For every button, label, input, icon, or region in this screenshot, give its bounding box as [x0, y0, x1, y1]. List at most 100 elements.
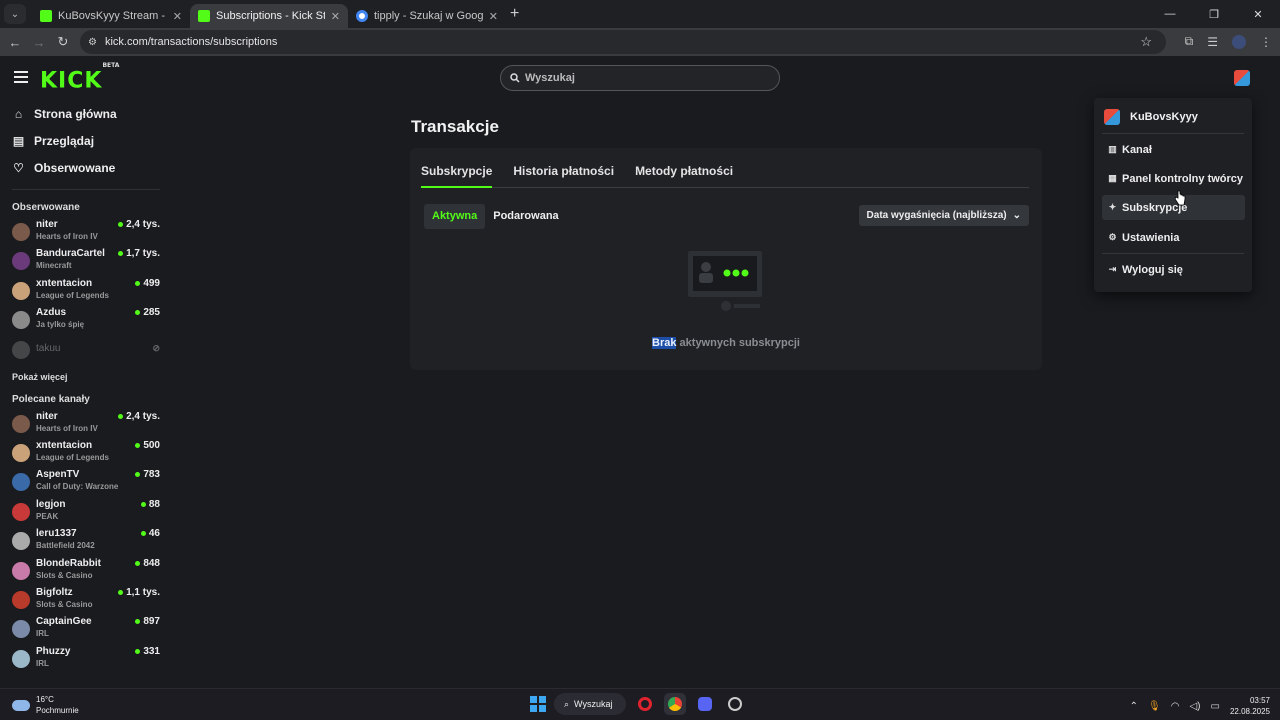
site-info-icon[interactable]: ⚙ [88, 37, 97, 48]
viewer-count: 46 [140, 528, 160, 539]
show-more-link[interactable]: Pokaż więcej [0, 364, 172, 390]
channel-item[interactable]: niter Hearts of Iron IV 2,4 tys. [0, 218, 172, 247]
back-icon[interactable]: ← [3, 35, 27, 50]
search-input[interactable]: Wyszukaj [500, 65, 780, 91]
close-tab-icon[interactable]: ✕ [331, 10, 340, 23]
profile-icon[interactable] [1232, 34, 1246, 49]
viewer-count: 500 [135, 440, 160, 451]
empty-state-icon [688, 251, 762, 311]
sparkle-icon: ✦ [1108, 202, 1117, 212]
live-dot-icon [135, 280, 141, 286]
channel-item[interactable]: AspenTV Call of Duty: Warzone 783 [0, 468, 172, 497]
channel-item[interactable]: legjon PEAK 88 [0, 498, 172, 527]
wifi-icon[interactable]: ◠ [1171, 701, 1180, 712]
channel-avatar [12, 340, 30, 359]
channel-item[interactable]: niter Hearts of Iron IV 2,4 tys. [0, 410, 172, 439]
channel-category: League of Legends [36, 452, 109, 462]
windows-start-icon[interactable] [530, 696, 546, 712]
nav-following[interactable]: ♡ Obserwowane [0, 154, 172, 181]
heart-icon: ♡ [13, 160, 24, 175]
extensions-icon[interactable]: ⧉ [1185, 34, 1194, 49]
kick-logo[interactable]: KICKBETA [40, 62, 119, 92]
channel-avatar [12, 590, 30, 609]
channel-item[interactable]: BanduraCartel Minecraft 1,7 tys. [0, 247, 172, 276]
viewer-count: 897 [135, 616, 160, 627]
menu-item-logout[interactable]: ⇥ Wyloguj się [1102, 257, 1245, 282]
channel-item[interactable]: CaptainGee IRL 897 [0, 615, 172, 644]
close-tab-icon[interactable]: ✕ [173, 10, 182, 23]
kick-favicon-icon [198, 10, 210, 22]
gear-icon: ⚙ [1108, 232, 1117, 242]
opera-icon[interactable] [634, 693, 656, 715]
menu-item-settings[interactable]: ⚙ Ustawienia [1102, 225, 1245, 250]
channel-item[interactable]: xntentacion League of Legends 500 [0, 439, 172, 468]
hamburger-menu-icon[interactable] [14, 71, 28, 83]
sidebar-divider [12, 189, 160, 190]
bookmark-star-icon[interactable]: ☆ [1140, 34, 1152, 50]
weather-widget[interactable]: 16°C Pochmurnie [12, 694, 79, 716]
menu-item-creator-dashboard[interactable]: ▦ Panel kontrolny twórcy [1102, 166, 1245, 191]
tab-search-icon[interactable]: ⌄ [4, 4, 26, 24]
chevron-up-icon[interactable]: ⌃ [1130, 701, 1138, 712]
transactions-card: Subskrypcje Historia płatności Metody pł… [410, 148, 1042, 370]
tab-payment-history[interactable]: Historia płatności [513, 164, 614, 188]
filter-pills: Aktywna Podarowana [424, 204, 567, 229]
live-dot-icon [140, 531, 146, 537]
pill-gifted[interactable]: Podarowana [485, 204, 566, 229]
channel-item[interactable]: Phuzzy IRL 331 [0, 645, 172, 674]
channel-category: Minecraft [36, 261, 72, 271]
new-tab-icon[interactable]: + [510, 5, 519, 23]
reload-icon[interactable]: ↻ [51, 34, 75, 50]
tab-subscriptions[interactable]: Subskrypcje [421, 164, 493, 188]
browser-tab-3[interactable]: tipply - Szukaj w Google ✕ [348, 4, 506, 28]
close-tab-icon[interactable]: ✕ [489, 10, 498, 23]
live-dot-icon [118, 251, 124, 257]
nav-home[interactable]: ⌂ Strona główna [0, 100, 172, 127]
channel-category: IRL [36, 629, 49, 639]
channel-item[interactable]: BlondeRabbit Slots & Casino 848 [0, 557, 172, 586]
channel-item[interactable]: Azdus Ja tylko śpię 285 [0, 306, 172, 335]
restore-icon[interactable]: ❐ [1192, 0, 1236, 28]
battery-icon[interactable]: ▭ [1211, 701, 1220, 712]
clock[interactable]: 03:57 22.08.2025 [1230, 695, 1270, 717]
tab-payment-methods[interactable]: Metody płatności [635, 164, 733, 188]
url-bar[interactable]: ⚙ kick.com/transactions/subscriptions ☆ [80, 30, 1166, 54]
channel-item[interactable]: xntentacion League of Legends 499 [0, 277, 172, 306]
live-dot-icon [135, 472, 141, 478]
nav-browse[interactable]: ▤ Przeglądaj [0, 127, 172, 154]
volume-icon[interactable]: ◁) [1189, 701, 1200, 712]
channel-avatar [12, 620, 30, 639]
microphone-icon[interactable]: 🎙 [1148, 701, 1161, 712]
viewer-count: 2,4 tys. [118, 219, 160, 230]
live-dot-icon [140, 501, 146, 507]
forward-icon[interactable]: → [27, 35, 51, 50]
live-dot-icon [135, 648, 141, 654]
channel-category: Call of Duty: Warzone [36, 482, 119, 492]
browser-tab-2[interactable]: Subscriptions - Kick Streaming ✕ [190, 4, 348, 28]
channel-item[interactable]: leru1337 Battlefield 2042 46 [0, 527, 172, 556]
viewer-count: 783 [135, 469, 160, 480]
pill-active[interactable]: Aktywna [424, 204, 486, 229]
browser-tab-1[interactable]: KuBovsKyyy Stream - Watch Liv ✕ [32, 4, 190, 28]
close-window-icon[interactable]: ✕ [1236, 0, 1280, 28]
channel-item[interactable]: Bigfoltz Slots & Casino 1,1 tys. [0, 586, 172, 615]
minimize-icon[interactable]: — [1148, 0, 1192, 28]
user-avatar[interactable] [1234, 70, 1250, 86]
sort-dropdown[interactable]: Data wygaśnięcia (najbliższa) ⌄ [858, 205, 1029, 226]
channel-item-offline[interactable]: takuu ⊘ [0, 336, 172, 364]
taskbar-search[interactable]: ⌕ Wyszukaj [554, 693, 626, 715]
menu-icon[interactable]: ⋮ [1260, 35, 1272, 49]
app-icon[interactable] [724, 693, 746, 715]
transactions-tabs: Subskrypcje Historia płatności Metody pł… [421, 164, 1029, 188]
viewer-count: 499 [135, 278, 160, 289]
live-dot-icon [135, 310, 141, 316]
window-controls: — ❐ ✕ [1148, 0, 1280, 28]
media-icon[interactable]: ☰ [1207, 35, 1218, 49]
discord-icon[interactable] [694, 693, 716, 715]
system-tray: ⌃ 🎙 ◠ ◁) ▭ 03:57 22.08.2025 [1130, 695, 1270, 717]
chrome-icon[interactable] [664, 693, 686, 715]
dropdown-user[interactable]: KuBovsKyyy [1104, 109, 1198, 125]
dropdown-divider [1102, 253, 1244, 254]
menu-item-channel[interactable]: ▥ Kanał [1102, 137, 1245, 162]
viewer-count: 848 [135, 558, 160, 569]
